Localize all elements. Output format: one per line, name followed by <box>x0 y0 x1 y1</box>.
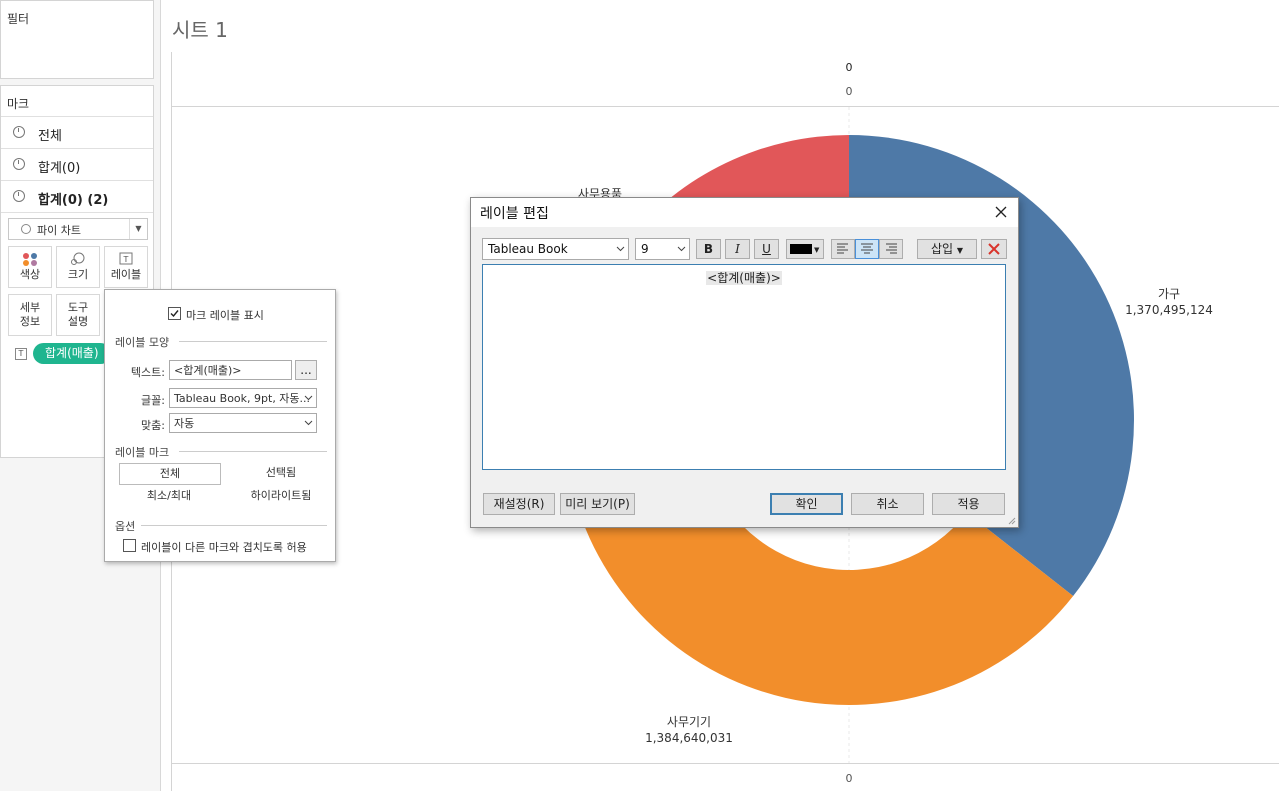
align-right-icon <box>886 243 897 254</box>
cancel-button-label: 취소 <box>876 497 899 511</box>
align-center-button[interactable] <box>855 239 879 259</box>
chevron-down-icon <box>616 246 625 252</box>
bold-icon: B <box>703 242 714 256</box>
dialog-title: 레이블 편집 <box>480 206 549 222</box>
slice-label-name: 가구 <box>1157 287 1181 301</box>
divider <box>141 525 327 526</box>
label-marks-highlighted[interactable]: 하이라이트됨 <box>233 486 329 506</box>
color-swatch <box>790 244 812 254</box>
reset-button-label: 재설정(R) <box>493 497 545 511</box>
ok-button-label: 확인 <box>795 497 818 511</box>
italic-icon: I <box>735 242 740 256</box>
font-size-value: 9 <box>641 242 649 256</box>
slice-label-office-machines: 사무기기 1,384,640,031 <box>630 714 748 746</box>
option-label: 최소/최대 <box>146 489 192 502</box>
slice-label-value: 1,384,640,031 <box>645 731 733 745</box>
slice-label-office-supplies: 사무용품 <box>560 186 640 197</box>
text-field-value: <합계(매출)> <box>174 364 242 377</box>
editor-field-token[interactable]: <합계(매출)> <box>706 271 782 285</box>
dialog-titlebar: 레이블 편집 <box>471 198 1018 227</box>
more-button[interactable]: ... <box>295 360 317 380</box>
editor-content: <합계(매출)> <box>483 269 1005 286</box>
show-labels-text: 마크 레이블 표시 <box>186 309 264 322</box>
text-field[interactable]: <합계(매출)> <box>169 360 292 380</box>
ok-button[interactable]: 확인 <box>770 493 843 515</box>
reset-button[interactable]: 재설정(R) <box>483 493 555 515</box>
chevron-down-icon <box>677 246 686 252</box>
section-marks: 레이블 마크 <box>115 446 170 459</box>
insert-button[interactable]: 삽입 ▼ <box>917 239 977 259</box>
underline-button[interactable]: U <box>754 239 779 259</box>
label-text-editor[interactable]: <합계(매출)> <box>482 264 1006 470</box>
font-family-value: Tableau Book <box>488 242 568 256</box>
preview-button[interactable]: 미리 보기(P) <box>560 493 635 515</box>
font-field-label: 글꼴: <box>141 394 165 407</box>
align-left-button[interactable] <box>831 239 855 259</box>
slice-label-value: 1,370,495,124 <box>1125 303 1213 317</box>
show-labels-checkbox[interactable] <box>168 307 181 320</box>
label-marks-selected[interactable]: 선택됨 <box>233 463 329 483</box>
option-label: 선택됨 <box>265 466 297 479</box>
cancel-button[interactable]: 취소 <box>851 493 924 515</box>
divider <box>179 451 327 452</box>
option-label: 하이라이트됨 <box>250 489 312 502</box>
font-dropdown-value: Tableau Book, 9pt, 자동... <box>174 392 311 405</box>
font-dropdown[interactable]: Tableau Book, 9pt, 자동... <box>169 388 317 408</box>
slice-label-name: 사무기기 <box>666 715 712 729</box>
slice-label-name: 사무용품 <box>577 187 623 197</box>
align-right-button[interactable] <box>879 239 903 259</box>
align-center-icon <box>861 243 873 254</box>
align-left-icon <box>837 243 848 254</box>
text-field-label: 텍스트: <box>130 366 165 379</box>
resize-grip-icon[interactable] <box>1006 515 1016 525</box>
option-label: 전체 <box>159 467 181 480</box>
apply-button-label: 적용 <box>957 497 980 511</box>
checkmark-icon <box>170 310 179 318</box>
align-dropdown-value: 자동 <box>174 417 195 430</box>
divider <box>179 341 327 342</box>
clear-button[interactable] <box>981 239 1007 259</box>
allow-overlap-checkbox[interactable] <box>123 539 136 552</box>
caret-down-icon: ▼ <box>814 246 820 254</box>
slice-label-furniture: 가구 1,370,495,124 <box>1110 286 1228 318</box>
apply-button[interactable]: 적용 <box>932 493 1005 515</box>
chevron-down-icon <box>304 395 313 401</box>
align-field-label: 맞춤: <box>141 419 165 432</box>
close-icon[interactable] <box>995 206 1007 218</box>
preview-button-label: 미리 보기(P) <box>565 497 630 511</box>
red-x-icon <box>988 243 1000 255</box>
label-marks-all[interactable]: 전체 <box>119 463 221 485</box>
bold-button[interactable]: B <box>696 239 721 259</box>
font-family-select[interactable]: Tableau Book <box>482 238 629 260</box>
chevron-down-icon <box>304 420 313 426</box>
font-size-select[interactable]: 9 <box>635 238 690 260</box>
caret-down-icon: ▼ <box>956 246 964 255</box>
italic-button[interactable]: I <box>725 239 750 259</box>
label-popup: 마크 레이블 표시 레이블 모양 텍스트: <합계(매출)> ... 글꼴: T… <box>104 289 336 562</box>
label-marks-minmax[interactable]: 최소/최대 <box>119 486 219 506</box>
allow-overlap-text: 레이블이 다른 마크와 겹치도록 허용 <box>141 541 307 554</box>
align-dropdown[interactable]: 자동 <box>169 413 317 433</box>
edit-label-dialog: 레이블 편집 Tableau Book 9 B I U ▼ 삽입 ▼ <합계(매… <box>470 197 1019 528</box>
color-picker-button[interactable]: ▼ <box>786 239 824 259</box>
insert-button-label: 삽입 <box>930 242 954 256</box>
more-button-label: ... <box>300 363 312 377</box>
section-appearance: 레이블 모양 <box>115 336 170 349</box>
section-options: 옵션 <box>115 520 136 533</box>
underline-icon: U <box>762 242 771 256</box>
